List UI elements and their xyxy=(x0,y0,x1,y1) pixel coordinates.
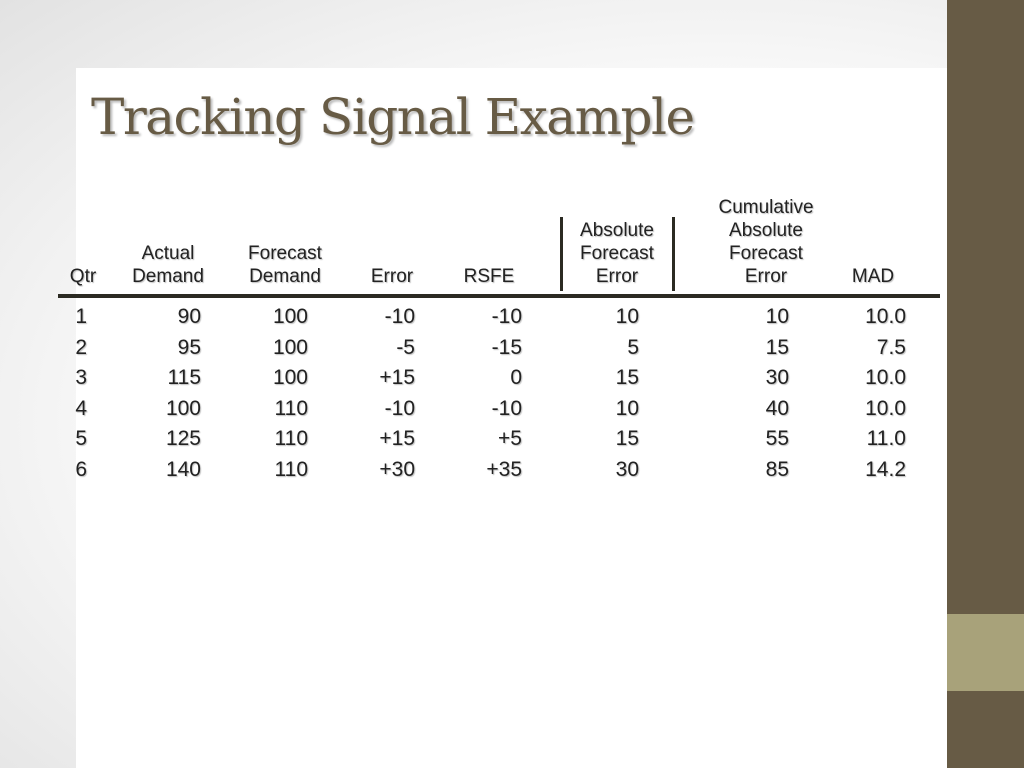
table-cell-actual: 115 xyxy=(167,366,201,389)
slide-title: Tracking Signal Example xyxy=(91,88,695,146)
table-cell-mad: 10.0 xyxy=(865,396,906,420)
table-cell-forecast: 110 xyxy=(274,427,308,450)
column-header-line: Cumulative xyxy=(718,197,814,218)
column-header-forecast: Forecast Demand xyxy=(225,242,345,288)
column-header-mad: MAD xyxy=(813,265,933,288)
table-cell-forecast: 110 xyxy=(274,396,308,420)
column-divider-right xyxy=(672,217,675,291)
column-header-actual: Actual Demand xyxy=(108,242,228,288)
table-cell-cum_abs_err: 55 xyxy=(765,427,789,450)
table-cell-actual: 95 xyxy=(177,335,201,359)
column-divider-left xyxy=(560,217,563,291)
table-cell-error: +15 xyxy=(379,427,415,450)
table-cell-actual: 125 xyxy=(165,427,201,450)
table-cell-rsfe: -10 xyxy=(491,305,522,328)
table-cell-actual: 100 xyxy=(165,396,201,420)
table-cell-mad: 7.5 xyxy=(876,335,906,359)
table-cell-cum_abs_err: 10 xyxy=(765,305,789,328)
column-header-line: Forecast xyxy=(729,243,803,264)
table-cell-abs_err: 10 xyxy=(615,305,639,328)
table-cell-error: -5 xyxy=(396,335,415,359)
table-cell-error: -10 xyxy=(384,396,415,420)
row-qtr-cell: 3 xyxy=(75,366,87,389)
table-cell-mad: 10.0 xyxy=(865,305,906,328)
table-cell-error: +30 xyxy=(379,457,415,481)
column-header-line: RSFE xyxy=(463,266,515,287)
row-qtr-cell: 1 xyxy=(75,305,87,328)
table-cell-mad: 10.0 xyxy=(865,366,906,389)
table-cell-actual: 140 xyxy=(165,457,201,481)
column-header-line: Forecast xyxy=(580,243,654,264)
table-cell-rsfe: 0 xyxy=(510,366,522,389)
table-cell-mad: 14.2 xyxy=(865,457,906,481)
table-cell-forecast: 100 xyxy=(272,305,308,328)
table-cell-rsfe: -15 xyxy=(491,335,522,359)
column-header-line: Error xyxy=(744,266,788,287)
table-cell-abs_err: 15 xyxy=(615,427,639,450)
table-cell-forecast: 100 xyxy=(272,366,308,389)
column-header-line: Actual xyxy=(141,243,195,264)
table-cell-cum_abs_err: 15 xyxy=(765,335,789,359)
header-rule xyxy=(58,294,940,298)
table-cell-rsfe: +35 xyxy=(486,457,522,481)
row-qtr-cell: 4 xyxy=(75,396,87,420)
row-qtr-cell: 5 xyxy=(75,427,87,450)
column-header-line: Absolute xyxy=(580,220,654,241)
table-cell-rsfe: -10 xyxy=(491,396,522,420)
row-qtr-cell: 6 xyxy=(75,457,87,481)
table-cell-rsfe: +5 xyxy=(498,427,522,450)
table-cell-cum_abs_err: 30 xyxy=(765,366,789,389)
column-header-line: Absolute xyxy=(729,220,803,241)
table-cell-error: +15 xyxy=(379,366,415,389)
table-cell-error: -10 xyxy=(384,305,415,328)
table-cell-abs_err: 5 xyxy=(627,335,639,359)
table-cell-cum_abs_err: 85 xyxy=(765,457,789,481)
column-header-line: Error xyxy=(595,266,639,287)
column-header-abs_err: Absolute Forecast Error xyxy=(557,219,677,288)
column-header-cum_abs_err: Cumulative Absolute Forecast Error xyxy=(706,196,826,288)
column-header-line: Demand xyxy=(132,266,204,287)
table-cell-mad: 11.0 xyxy=(866,427,906,450)
table-cell-cum_abs_err: 40 xyxy=(765,396,789,420)
table-cell-forecast: 110 xyxy=(274,457,308,481)
table-cell-abs_err: 10 xyxy=(615,396,639,420)
column-header-line: MAD xyxy=(851,266,895,287)
row-qtr-cell: 2 xyxy=(75,335,87,359)
table-cell-actual: 90 xyxy=(177,305,201,328)
column-header-rsfe: RSFE xyxy=(429,265,549,288)
table-cell-abs_err: 30 xyxy=(615,457,639,481)
table-cell-forecast: 100 xyxy=(272,335,308,359)
table-cell-abs_err: 15 xyxy=(615,366,639,389)
column-header-line: Forecast xyxy=(248,243,322,264)
side-accent-block xyxy=(947,614,1024,691)
column-header-line: Demand xyxy=(249,266,321,287)
